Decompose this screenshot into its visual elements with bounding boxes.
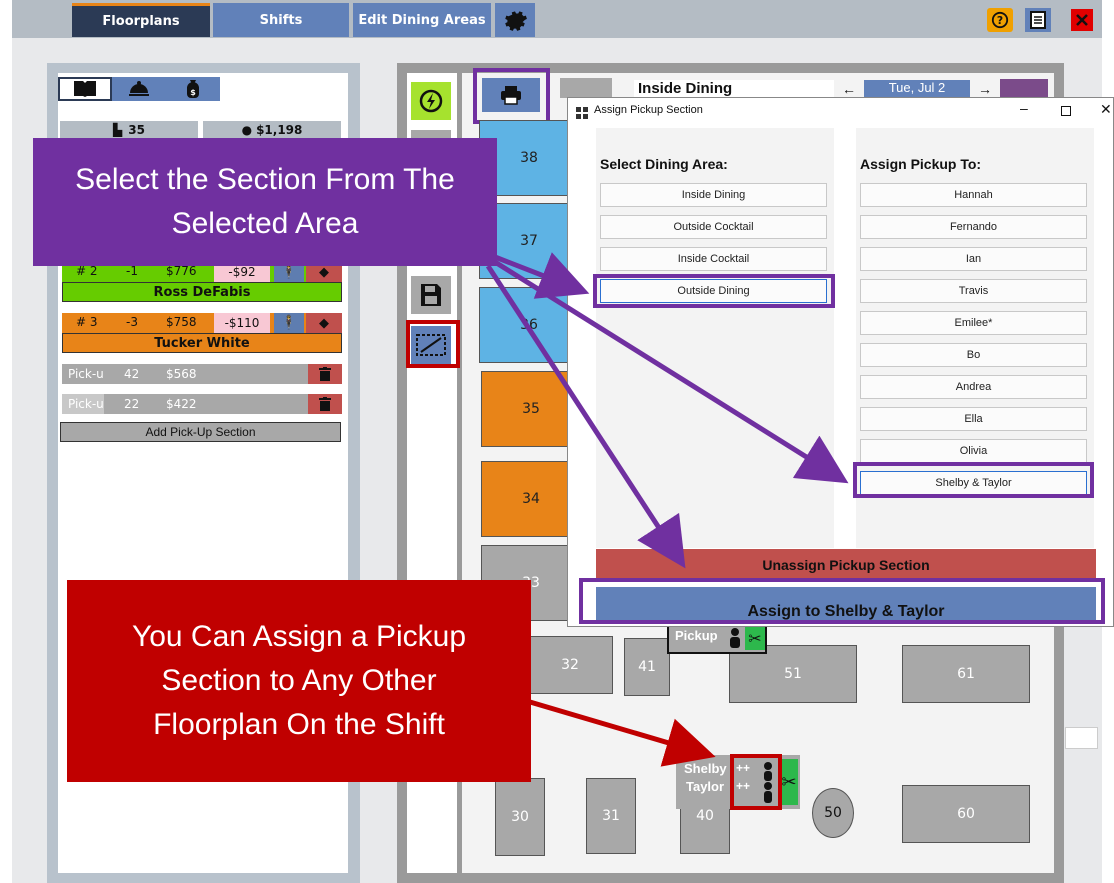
purple-callout: Select the Section From The Selected Are… [33, 138, 497, 266]
arrow-to-pickup [529, 699, 716, 767]
red-callout: You Can Assign a Pickup Section to Any O… [67, 580, 531, 782]
arrow-to-person [493, 259, 849, 484]
arrow-to-assign [485, 264, 686, 569]
